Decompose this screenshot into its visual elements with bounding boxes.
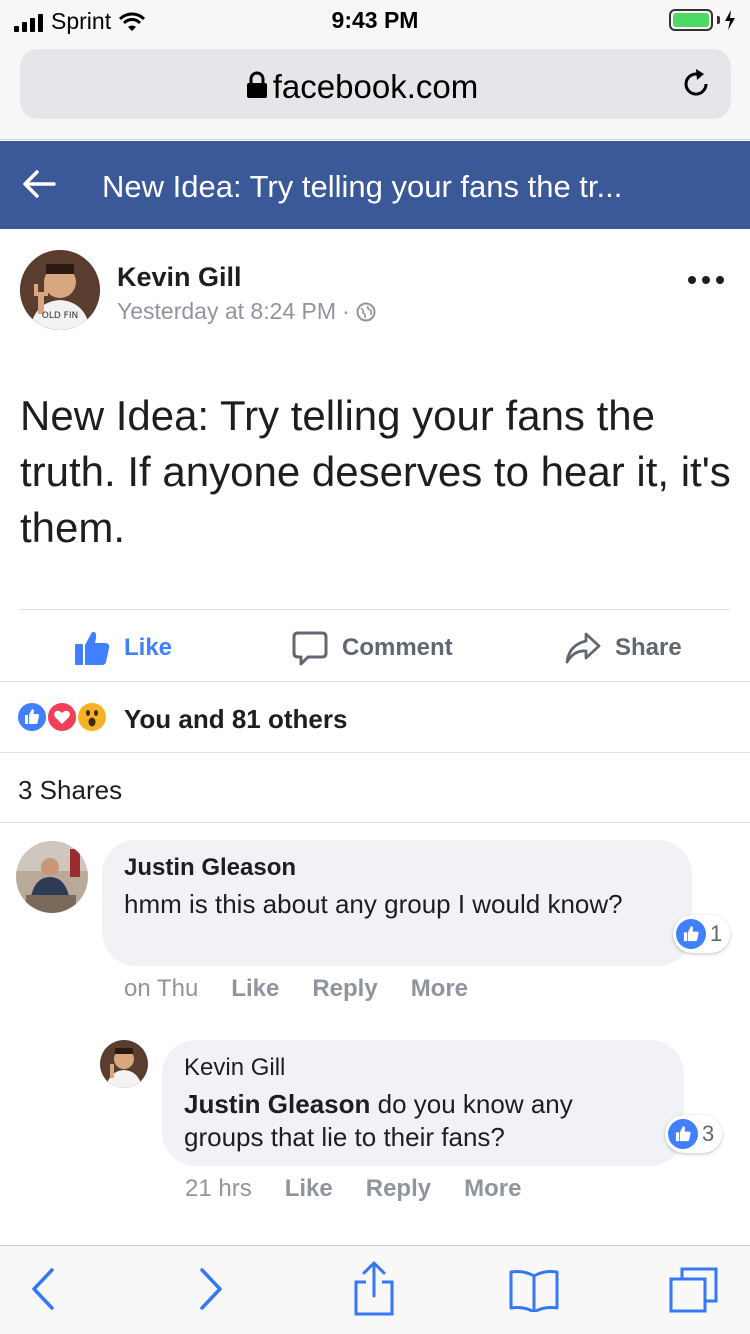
share-label: Share: [615, 634, 682, 661]
url-text: facebook.com: [272, 68, 479, 105]
post-timestamp[interactable]: Yesterday at 8:24 PM: [117, 298, 336, 325]
browser-toolbar: [0, 1245, 750, 1334]
reply-avatar[interactable]: [100, 1040, 148, 1088]
post-meta: Yesterday at 8:24 PM ·: [117, 298, 376, 325]
browser-chrome: facebook.com: [0, 40, 750, 140]
battery-icon: [669, 9, 736, 31]
fb-header: New Idea: Try telling your fans the tr..…: [0, 141, 750, 229]
reactions-row[interactable]: You and 81 others: [0, 683, 750, 753]
clock: 9:43 PM: [331, 7, 419, 33]
shares-count: 3 Shares: [18, 775, 123, 805]
address-bar[interactable]: facebook.com: [20, 49, 731, 119]
like-badge-icon: [668, 1119, 698, 1149]
comment-like-count[interactable]: 1: [673, 915, 731, 953]
reload-icon[interactable]: [679, 67, 713, 101]
thumbs-up-icon: [75, 631, 110, 665]
author-avatar[interactable]: OLD FIN: [20, 250, 100, 330]
comment-time[interactable]: on Thu: [124, 975, 198, 1003]
tabs-icon[interactable]: [668, 1266, 720, 1314]
charging-icon: [725, 10, 735, 30]
share-icon[interactable]: [352, 1260, 396, 1316]
author-name[interactable]: Kevin Gill: [117, 262, 242, 293]
comment-text: hmm is this about any group I would know…: [124, 889, 623, 919]
like-button[interactable]: Like: [74, 630, 172, 666]
back-icon[interactable]: [30, 1266, 56, 1312]
comment-bubble[interactable]: Justin Gleason hmm is this about any gro…: [102, 840, 692, 966]
comment-label: Comment: [342, 634, 453, 661]
globe-icon: [356, 302, 376, 321]
like-count-value: 1: [710, 921, 723, 946]
comment-author[interactable]: Justin Gleason: [124, 854, 296, 882]
svg-text:OLD FIN: OLD FIN: [42, 311, 78, 321]
comment-button[interactable]: Comment: [292, 630, 453, 666]
comment-icon: [292, 631, 328, 666]
like-label: Like: [124, 634, 173, 661]
reply-like-count[interactable]: 3: [665, 1115, 723, 1153]
like-badge-icon: [676, 919, 706, 949]
share-button[interactable]: Share: [565, 630, 682, 666]
like-reaction-icon: [16, 701, 48, 733]
comment-actions: on Thu Like Reply More: [124, 975, 501, 1003]
reply-text: Justin Gleason do you know any groups th…: [184, 1088, 644, 1154]
page-title: New Idea: Try telling your fans the tr..…: [102, 169, 623, 204]
reply-actions: 21 hrs Like Reply More: [185, 1175, 554, 1203]
reply-mention[interactable]: Justin Gleason: [184, 1089, 370, 1119]
bookmarks-icon[interactable]: [508, 1268, 560, 1312]
reply-like-button[interactable]: Like: [285, 1175, 333, 1203]
reply-more-button[interactable]: More: [464, 1175, 521, 1203]
comment-like-button[interactable]: Like: [231, 975, 279, 1003]
like-count-value: 3: [702, 1121, 715, 1146]
action-bar: Like Comment Share: [0, 610, 750, 682]
more-options-icon[interactable]: [688, 276, 724, 284]
comment-more-button[interactable]: More: [411, 975, 468, 1003]
meta-separator: ·: [342, 298, 350, 324]
commenter-avatar[interactable]: [16, 841, 88, 913]
reply-author[interactable]: Kevin Gill: [184, 1054, 285, 1082]
back-arrow-icon[interactable]: [22, 167, 56, 201]
reaction-icons: [16, 701, 116, 735]
forward-icon[interactable]: [198, 1266, 224, 1312]
reactions-summary: You and 81 others: [124, 704, 348, 734]
wow-reaction-icon: [76, 701, 108, 733]
post-text: New Idea: Try telling your fans the trut…: [20, 392, 731, 551]
shares-row[interactable]: 3 Shares: [0, 754, 750, 823]
status-bar: Sprint 9:43 PM: [0, 0, 750, 40]
love-reaction-icon: [46, 701, 78, 733]
reply-bubble[interactable]: Kevin Gill Justin Gleason do you know an…: [162, 1040, 684, 1166]
reply-time[interactable]: 21 hrs: [185, 1175, 252, 1203]
comment-reply-button[interactable]: Reply: [312, 975, 377, 1003]
share-arrow-icon: [565, 632, 601, 664]
reply-reply-button[interactable]: Reply: [366, 1175, 431, 1203]
